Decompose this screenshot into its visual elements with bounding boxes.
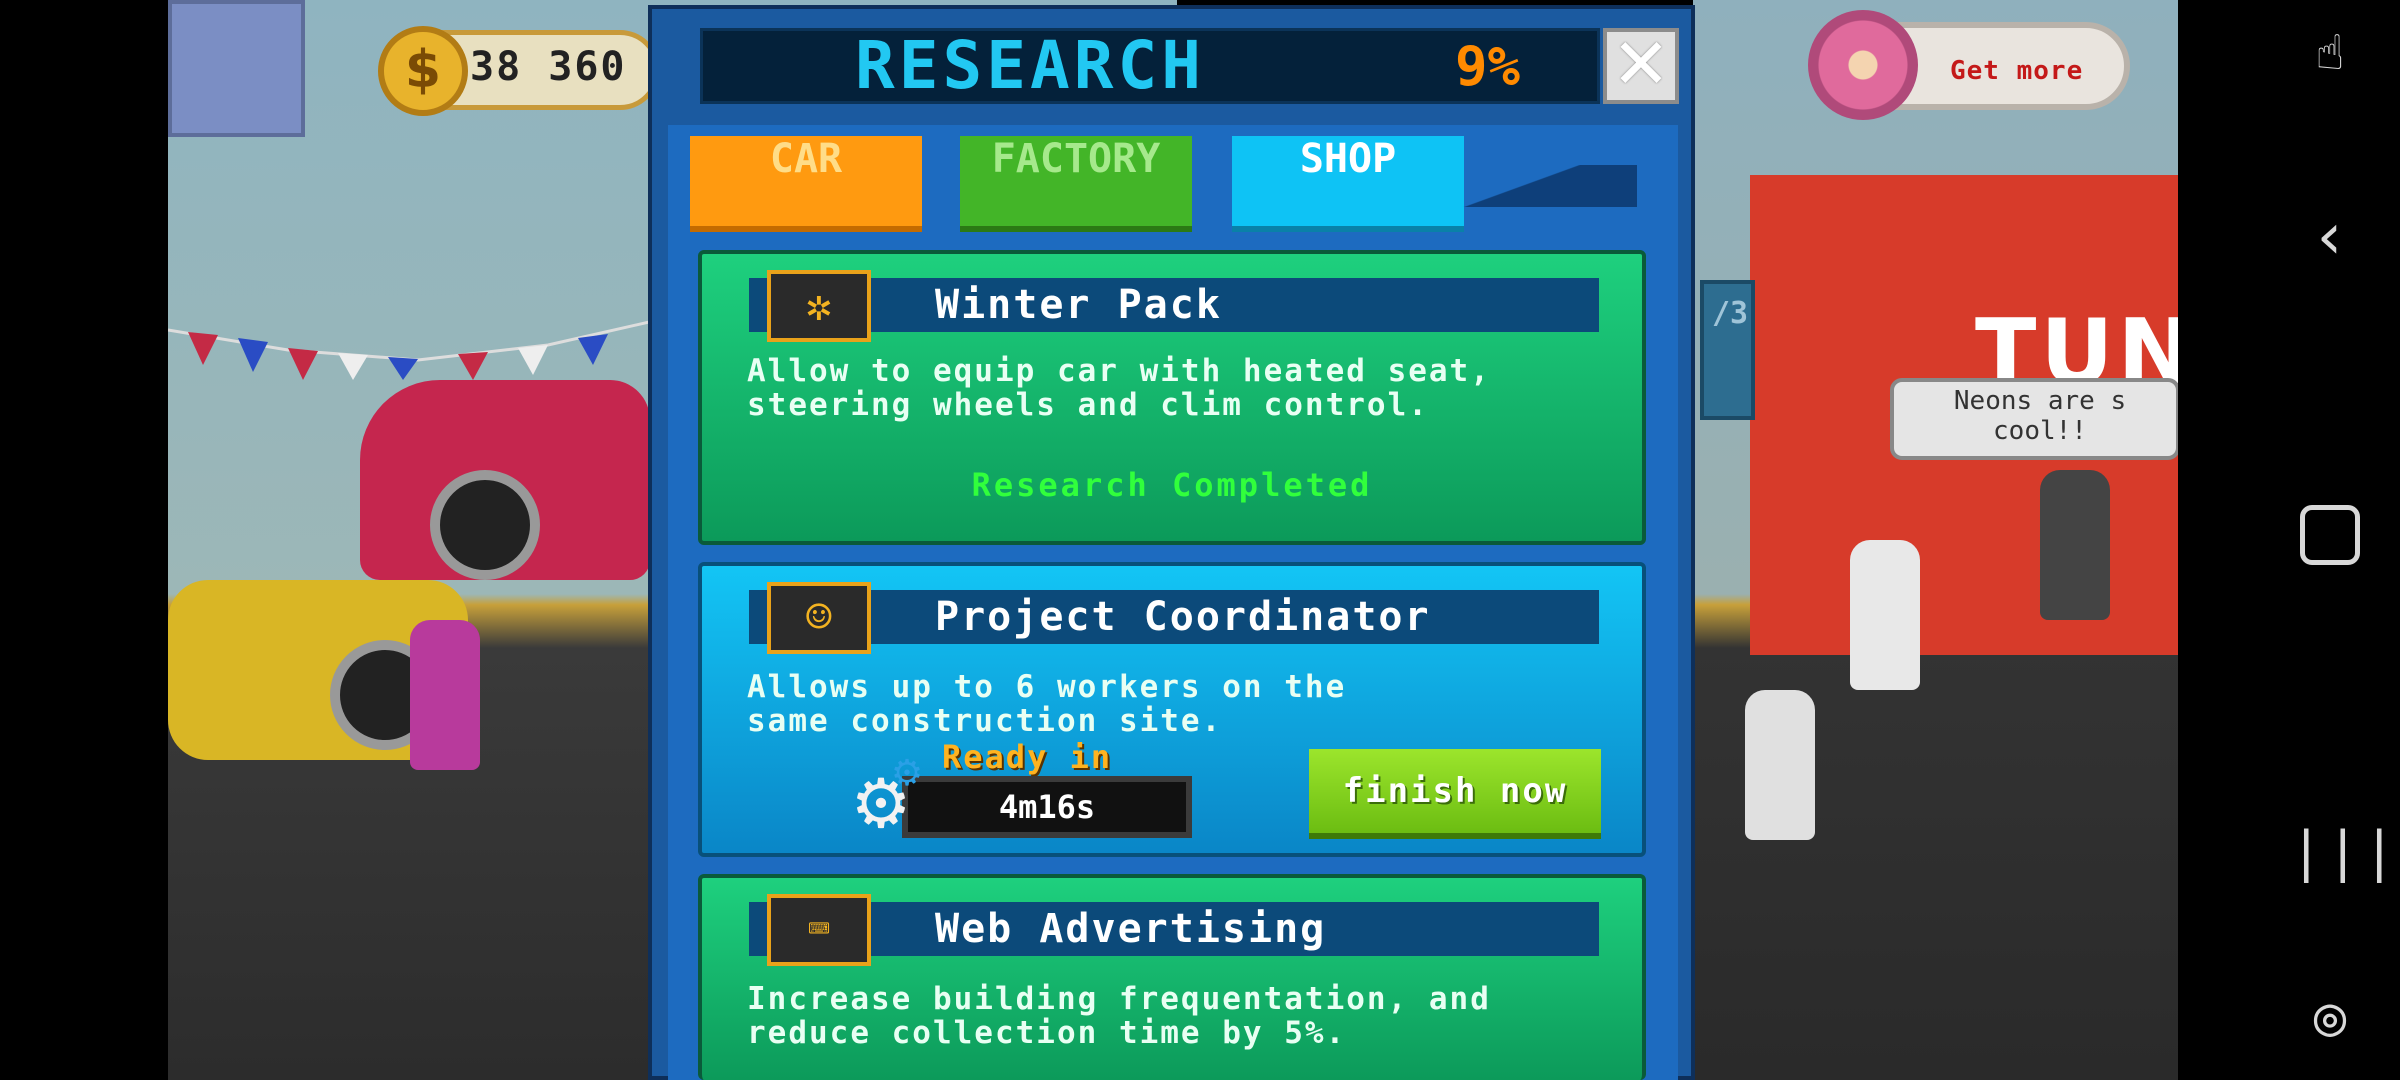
player-avatar[interactable] — [168, 0, 305, 137]
research-item-description: Allows up to 6 workers on the same const… — [747, 669, 1347, 739]
research-item-title: Web Advertising — [935, 906, 1327, 952]
research-progress-percent: 9% — [1455, 35, 1521, 98]
bunting-decoration — [167, 318, 659, 380]
home-icon[interactable] — [2290, 505, 2370, 565]
home-icon-shape[interactable] — [2300, 505, 2360, 565]
research-item-title: Project Coordinator — [935, 594, 1431, 640]
recent-apps-icon[interactable]: ||| — [2290, 820, 2396, 883]
tab-rail-decoration — [1462, 165, 1637, 207]
car-wheel — [430, 470, 540, 580]
tab-car[interactable]: CAR — [690, 136, 922, 232]
back-icon[interactable]: ‹ — [2290, 200, 2370, 274]
research-item-title: Winter Pack — [935, 282, 1222, 328]
npc-character — [2040, 470, 2110, 620]
research-title: RESEARCH — [855, 27, 1205, 104]
coordinator-icon: ☺ — [767, 582, 871, 654]
research-item-project-coordinator[interactable]: ☺ Project Coordinator Allows up to 6 wor… — [698, 562, 1646, 857]
research-item-winter-pack[interactable]: ✲ Winter Pack Allow to equip car with he… — [698, 250, 1646, 545]
ready-in-label: Ready in — [942, 738, 1113, 776]
research-item-description: Allow to equip car with heated seat, ste… — [747, 353, 1491, 423]
get-more-label[interactable]: Get more — [1950, 56, 2083, 86]
finish-now-button[interactable]: finish now — [1309, 749, 1601, 839]
screen-touch-icon[interactable]: ☝ — [2290, 25, 2370, 81]
slot-counter-label: /3 — [1712, 296, 1749, 331]
speech-bubble-text: Neons are s cool!! — [1953, 386, 2127, 446]
snowflake-icon: ✲ — [767, 270, 871, 342]
web-ad-icon: ⌨ — [767, 894, 871, 966]
research-item-description: Increase building frequentation, and red… — [747, 981, 1491, 1051]
donut-icon[interactable] — [1808, 10, 1918, 120]
close-button[interactable]: ✕ — [1603, 28, 1679, 104]
research-timer: 4m16s — [902, 776, 1192, 838]
small-gear-icon: ⚙ — [890, 753, 924, 794]
npc-character — [1745, 690, 1815, 840]
game-tools-icon[interactable]: ⌾ — [2290, 990, 2370, 1053]
research-completed-status: Research Completed — [971, 466, 1373, 504]
coins-value: 38 360 — [470, 44, 627, 90]
dollar-coin-icon: $ — [378, 26, 468, 116]
tab-factory[interactable]: FACTORY — [960, 136, 1192, 232]
npc-character — [410, 620, 480, 770]
research-item-web-advertising[interactable]: ⌨ Web Advertising Increase building freq… — [698, 874, 1646, 1080]
tab-shop[interactable]: SHOP — [1232, 136, 1464, 232]
close-icon[interactable]: ✕ — [1612, 23, 1671, 105]
npc-character — [1850, 540, 1920, 690]
